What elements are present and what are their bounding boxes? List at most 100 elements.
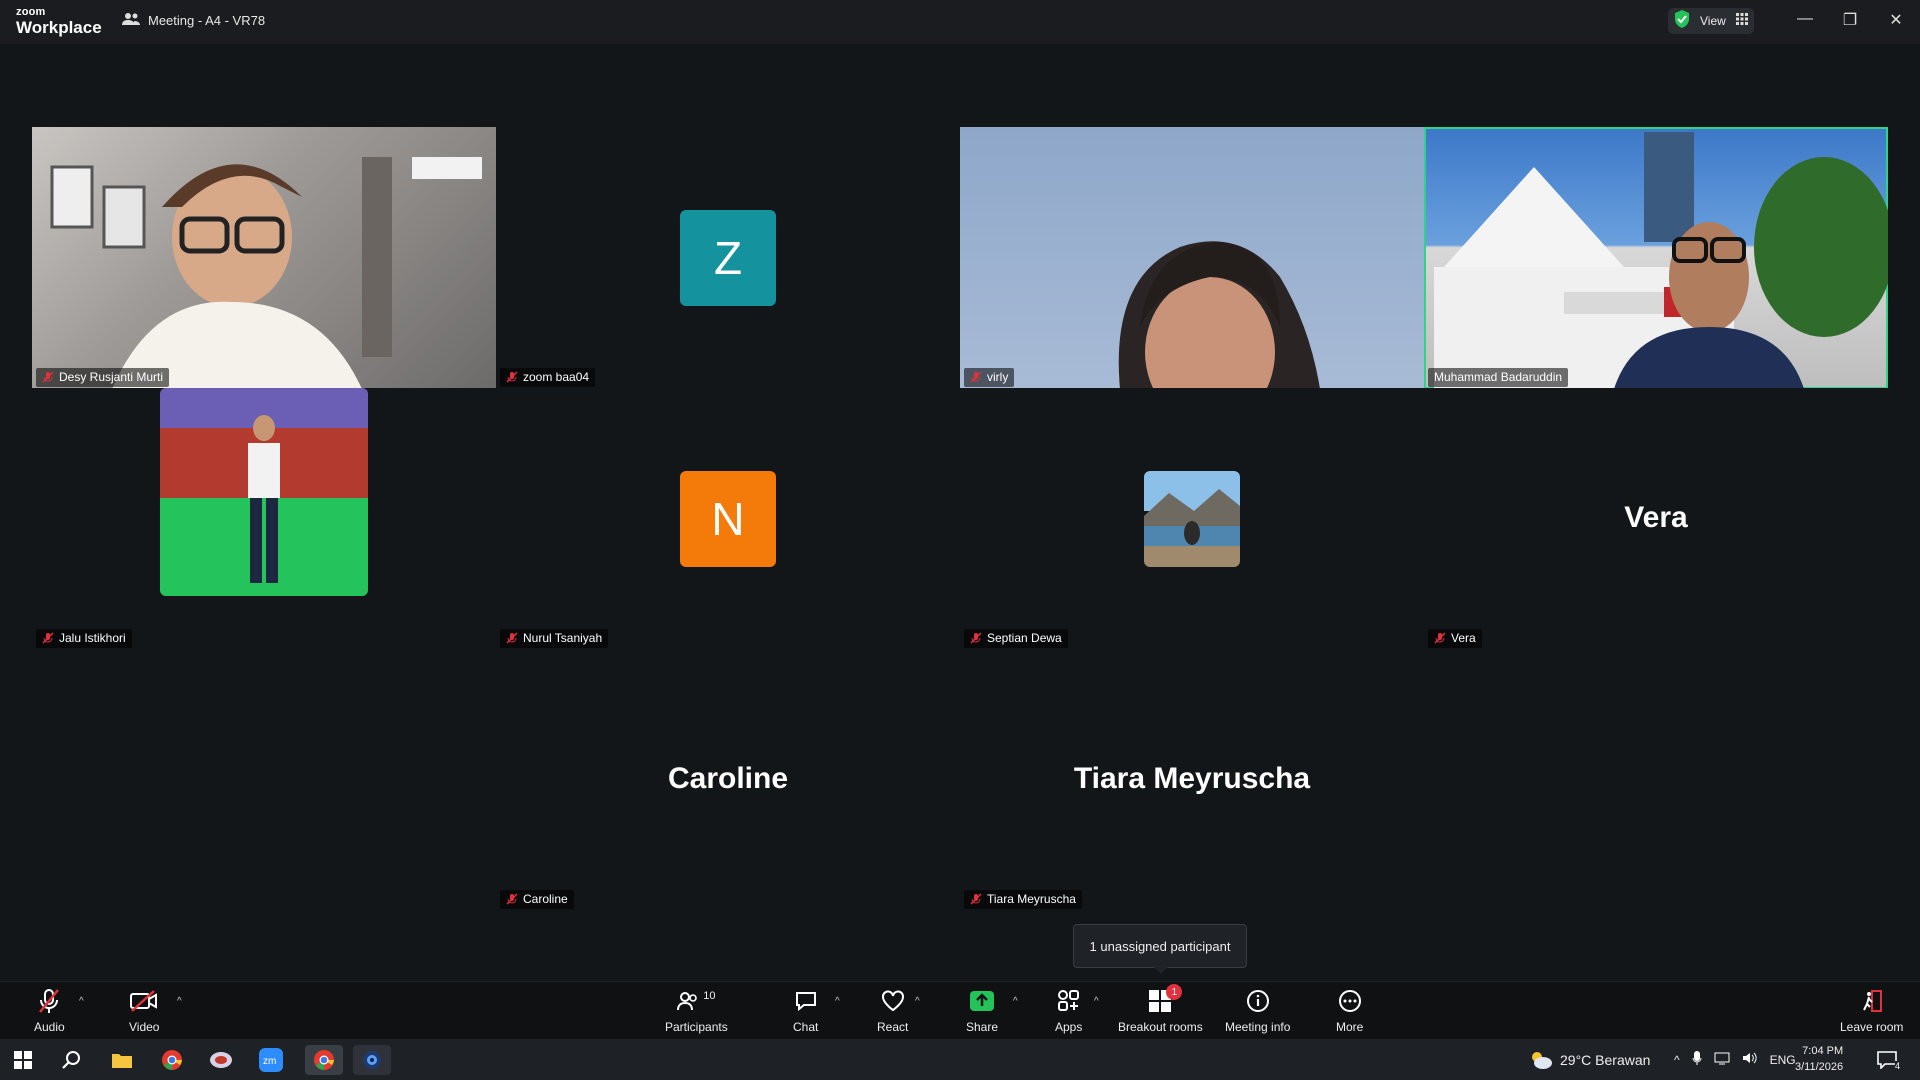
chat-options-caret-icon[interactable]: ^ <box>835 996 840 1007</box>
mic-muted-icon <box>42 371 54 383</box>
leave-room-button[interactable]: Leave room <box>1840 988 1903 1034</box>
notification-icon[interactable]: 4 <box>1872 1045 1902 1075</box>
participant-name: Jalu Istikhori <box>59 631 126 645</box>
react-button[interactable]: React <box>877 988 908 1034</box>
security-shield-icon[interactable] <box>1674 9 1690 33</box>
participant-avatar: N <box>680 471 776 567</box>
profile-photo-image <box>1144 471 1240 567</box>
app-icon[interactable] <box>206 1045 236 1075</box>
share-button[interactable]: Share <box>966 988 998 1034</box>
zoom-logo: zoom Workplace <box>16 6 102 37</box>
participant-video <box>50 157 482 389</box>
participant-tile[interactable]: Desy Rusjanti Murti <box>32 127 496 389</box>
file-explorer-icon[interactable] <box>107 1045 137 1075</box>
breakout-rooms-button[interactable]: 1 Breakout rooms <box>1118 984 1203 1034</box>
chrome-active-icon[interactable] <box>305 1045 343 1075</box>
svg-text:zm: zm <box>263 1056 276 1067</box>
participant-name-tag: Caroline <box>500 890 574 909</box>
participant-name: Nurul Tsaniyah <box>523 631 603 645</box>
windows-start-icon[interactable] <box>8 1045 38 1075</box>
volume-icon[interactable] <box>1742 1051 1758 1068</box>
participants-icon: 10 <box>677 988 715 1014</box>
participant-name-tag: Tiara Meyruscha <box>964 890 1082 909</box>
system-tray: ^ ENG <box>1674 1039 1796 1080</box>
participant-name: virly <box>987 370 1009 384</box>
participant-name-tag: Vera <box>1428 629 1482 648</box>
apps-options-caret-icon[interactable]: ^ <box>1094 996 1099 1007</box>
audio-options-caret-icon[interactable]: ^ <box>79 996 84 1007</box>
participant-name-tag: zoom baa04 <box>500 368 596 387</box>
meeting-info-button[interactable]: Meeting info <box>1225 988 1290 1034</box>
view-control[interactable]: View <box>1668 8 1754 34</box>
chevron-up-icon[interactable]: ^ <box>1674 1053 1680 1067</box>
participant-tile-active-speaker[interactable]: Muhammad Badaruddin <box>1424 127 1888 389</box>
participants-button[interactable]: 10 Participants <box>665 988 728 1034</box>
network-icon[interactable] <box>1714 1051 1730 1068</box>
chat-button[interactable]: Chat <box>793 988 818 1034</box>
mic-muted-icon <box>1434 632 1446 644</box>
participant-tile[interactable]: Vera Vera <box>1424 388 1888 650</box>
zoom-taskbar-icon[interactable]: zm <box>256 1045 286 1075</box>
more-icon <box>1338 988 1362 1014</box>
participant-tile[interactable]: Tiara Meyruscha Tiara Meyruscha <box>960 649 1424 911</box>
participant-name-tag: Desy Rusjanti Murti <box>36 368 170 387</box>
logo-text-top: zoom <box>16 6 46 18</box>
camera-app-icon[interactable] <box>353 1045 391 1075</box>
language-indicator[interactable]: ENG <box>1770 1053 1796 1067</box>
breakout-badge: 1 <box>1166 984 1183 1000</box>
clock-time: 7:04 PM <box>1802 1045 1844 1057</box>
weather-widget[interactable]: 29°C Berawan <box>1528 1039 1650 1080</box>
participant-name-tag: Muhammad Badaruddin <box>1428 368 1569 387</box>
participants-count: 10 <box>703 990 716 1002</box>
mic-muted-icon <box>506 371 518 383</box>
mic-muted-icon <box>506 632 518 644</box>
participant-video <box>1118 241 1320 389</box>
participant-name: zoom baa04 <box>523 370 590 384</box>
participant-tile[interactable]: Caroline Caroline <box>496 649 960 911</box>
mic-muted-icon <box>37 988 61 1014</box>
close-icon[interactable]: ✕ <box>1884 10 1908 30</box>
video-button[interactable]: Video <box>129 988 159 1034</box>
participant-tile[interactable]: N Nurul Tsaniyah <box>496 388 960 650</box>
info-icon <box>1246 988 1270 1014</box>
notification-count: 4 <box>1894 1061 1900 1071</box>
view-button[interactable]: View <box>1700 14 1726 28</box>
chat-icon <box>794 988 818 1014</box>
meeting-toolbar: Audio ^ Video ^ 10 Participants Chat ^ R… <box>0 981 1920 1039</box>
audio-button[interactable]: Audio <box>34 988 65 1034</box>
participant-tile[interactable]: Jalu Istikhori <box>32 388 496 650</box>
minimize-icon[interactable]: — <box>1793 10 1817 28</box>
participant-tile[interactable]: Z zoom baa04 <box>496 127 960 389</box>
clock-date: 3/11/2026 <box>1795 1061 1844 1073</box>
participant-profile-photo <box>160 388 368 596</box>
react-options-caret-icon[interactable]: ^ <box>915 996 920 1007</box>
share-options-caret-icon[interactable]: ^ <box>1013 996 1018 1007</box>
leave-room-icon <box>1860 988 1884 1014</box>
participant-tile[interactable]: Septian Dewa <box>960 388 1424 650</box>
system-clock[interactable]: 7:04 PM 3/11/2026 <box>1795 1043 1843 1075</box>
microphone-icon[interactable] <box>1692 1050 1702 1069</box>
participant-name: Muhammad Badaruddin <box>1434 370 1563 384</box>
restore-icon[interactable]: ❐ <box>1838 10 1862 30</box>
apps-button[interactable]: Apps <box>1055 988 1082 1034</box>
heart-icon <box>881 988 905 1014</box>
grid-view-icon[interactable] <box>1735 12 1748 30</box>
participant-name-tag: virly <box>964 368 1015 387</box>
tooltip-text: 1 unassigned participant <box>1089 938 1231 954</box>
apps-icon <box>1057 988 1081 1014</box>
meeting-title: Meeting - A4 - VR78 <box>122 12 265 29</box>
mic-muted-icon <box>42 632 54 644</box>
chrome-icon[interactable] <box>157 1045 187 1075</box>
video-options-caret-icon[interactable]: ^ <box>177 996 182 1007</box>
windows-taskbar: zm 29°C Berawan ^ ENG 7:04 PM 3/11/2026 … <box>0 1039 1920 1080</box>
search-icon[interactable] <box>57 1045 87 1075</box>
participant-tile[interactable]: virly <box>960 127 1424 389</box>
participant-name: Desy Rusjanti Murti <box>59 370 164 384</box>
participant-display-name: Vera <box>1624 501 1688 534</box>
more-button[interactable]: More <box>1336 988 1363 1034</box>
title-bar: zoom Workplace Meeting - A4 - VR78 View … <box>0 0 1920 44</box>
participant-display-name: Caroline <box>667 762 789 795</box>
breakout-tooltip: 1 unassigned participant <box>1073 924 1247 974</box>
participant-name-tag: Septian Dewa <box>964 629 1068 648</box>
profile-photo-image <box>160 388 368 596</box>
